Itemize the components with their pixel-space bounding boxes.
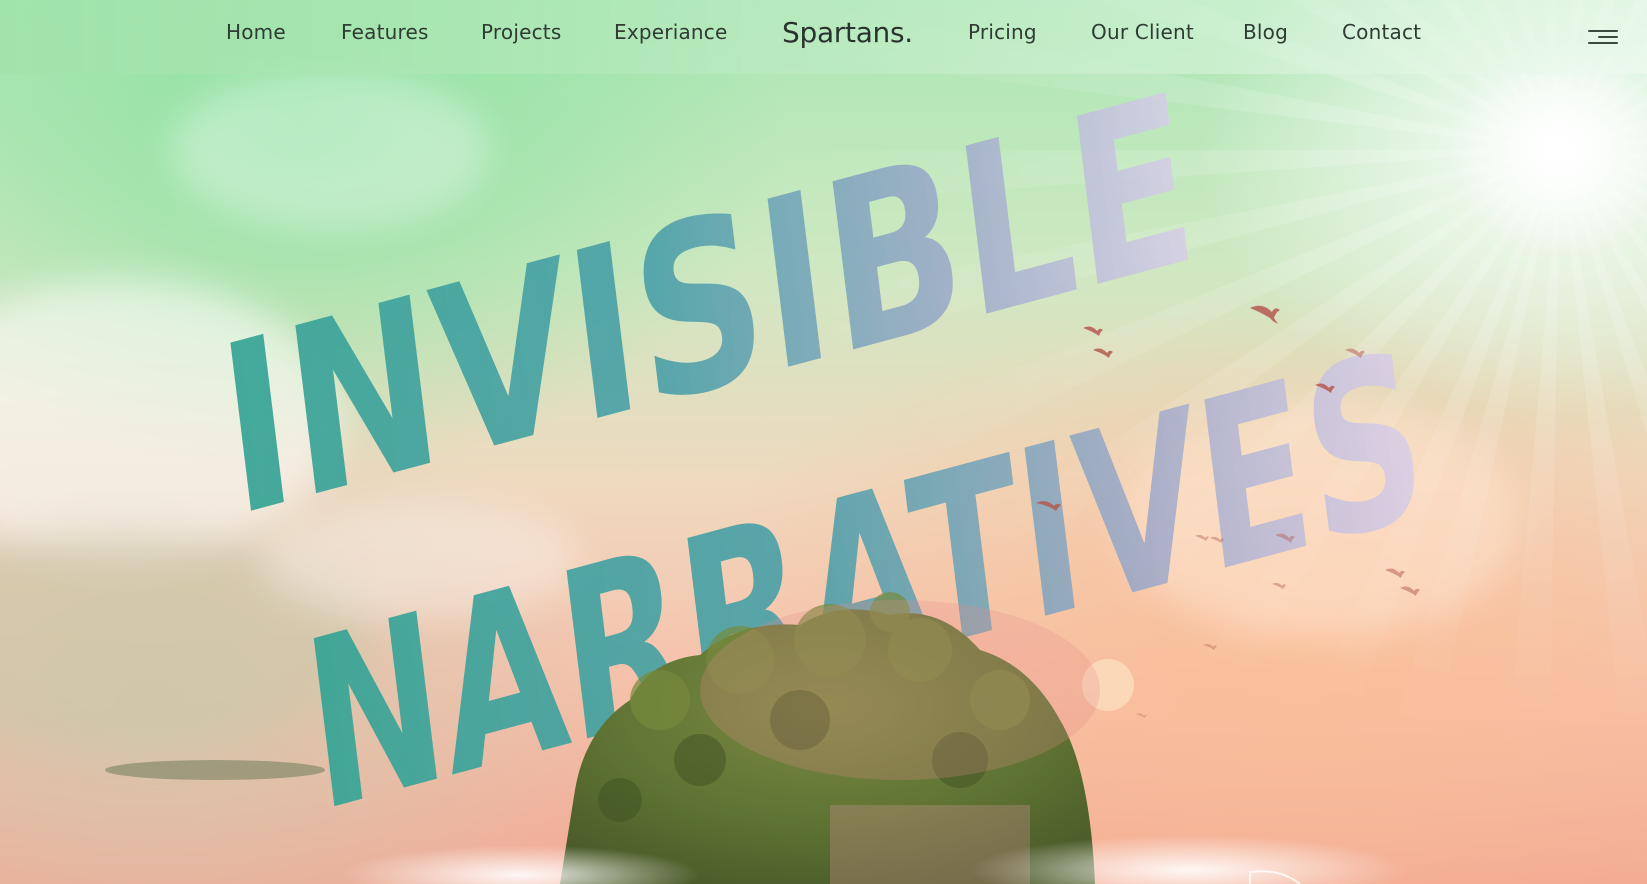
nav-experiance-link[interactable]: Experiance — [614, 20, 727, 44]
nav-pricing-link[interactable]: Pricing — [968, 20, 1037, 44]
menu-line-bottom — [1588, 42, 1618, 44]
hero-section: INVISIBLE NARRATIVES — [0, 0, 1647, 884]
nav-features-link[interactable]: Features — [341, 20, 429, 44]
hero-artwork: INVISIBLE NARRATIVES — [0, 40, 1647, 884]
hamburger-menu-icon[interactable] — [1588, 22, 1622, 50]
nav-our-client-link[interactable]: Our Client — [1091, 20, 1194, 44]
nav-projects-link[interactable]: Projects — [481, 20, 561, 44]
dark-cloud — [105, 760, 325, 780]
top-navigation: Home Features Projects Experiance Sparta… — [0, 0, 1647, 74]
menu-line-middle — [1598, 36, 1618, 38]
brand-logo[interactable]: Spartans. — [782, 16, 913, 49]
nav-contact-link[interactable]: Contact — [1342, 20, 1421, 44]
nav-blog-link[interactable]: Blog — [1243, 20, 1288, 44]
nav-home-link[interactable]: Home — [226, 20, 286, 44]
menu-line-top — [1588, 30, 1618, 32]
